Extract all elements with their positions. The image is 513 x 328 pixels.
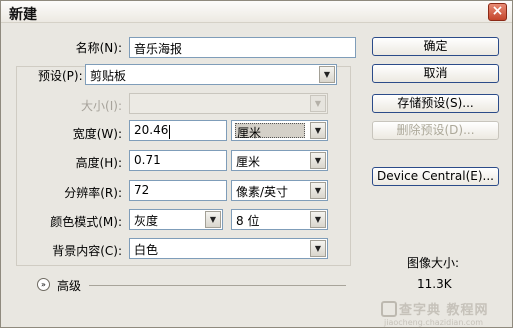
name-label: 名称(N): <box>75 41 122 55</box>
preset-value: 剪贴板 <box>90 69 127 83</box>
image-size-label: 图像大小: <box>407 256 460 270</box>
double-chevron-down-icon: » <box>41 280 46 289</box>
chevron-down-icon: ▼ <box>310 182 326 199</box>
width-unit-value: 厘米 <box>235 123 305 140</box>
size-label: 大小(I): <box>81 99 122 113</box>
name-input[interactable]: 音乐海报 <box>129 37 356 58</box>
preset-select[interactable]: 剪贴板 ▼ <box>85 64 337 85</box>
watermark-logo <box>381 301 397 317</box>
preset-label: 预设(P): <box>35 67 86 84</box>
resolution-label: 分辨率(R): <box>64 186 122 200</box>
chevron-down-icon: ▼ <box>319 66 335 83</box>
resolution-unit-select[interactable]: 像素/英寸 ▼ <box>231 180 328 201</box>
resolution-unit-value: 像素/英寸 <box>236 185 289 199</box>
bit-depth-select[interactable]: 8 位 ▼ <box>231 209 328 230</box>
chevron-down-icon: ▼ <box>310 122 326 139</box>
size-select[interactable]: ▼ <box>129 93 328 114</box>
save-preset-button[interactable]: 存储预设(S)... <box>372 94 499 113</box>
background-contents-label: 背景内容(C): <box>52 244 122 258</box>
advanced-toggle[interactable]: » <box>37 278 50 291</box>
height-unit-value: 厘米 <box>236 155 261 169</box>
chevron-down-icon: ▼ <box>310 152 326 169</box>
color-mode-select[interactable]: 灰度 ▼ <box>129 209 223 230</box>
text-cursor <box>169 125 170 139</box>
device-central-button[interactable]: Device Central(E)... <box>372 167 499 186</box>
close-icon: × <box>491 3 504 19</box>
delete-preset-button[interactable]: 删除预设(D)... <box>372 121 499 140</box>
title-bar: 新建 × <box>1 1 512 23</box>
resolution-input[interactable]: 72 <box>129 180 227 201</box>
width-unit-select[interactable]: 厘米 ▼ <box>231 120 328 141</box>
chevron-down-icon: ▼ <box>310 240 326 257</box>
height-input[interactable]: 0.71 <box>129 150 227 171</box>
color-mode-label: 颜色模式(M): <box>50 215 122 229</box>
bit-depth-value: 8 位 <box>236 214 260 228</box>
ok-button[interactable]: 确定 <box>372 37 499 56</box>
color-mode-value: 灰度 <box>134 214 159 228</box>
watermark-url: jiaocheng.chazidian.com <box>384 318 484 327</box>
advanced-divider <box>89 285 346 286</box>
width-input[interactable]: 20.46 <box>129 120 227 141</box>
background-contents-select[interactable]: 白色 ▼ <box>129 238 328 259</box>
close-button[interactable]: × <box>488 3 507 21</box>
advanced-label: 高级 <box>57 279 82 293</box>
chevron-down-icon: ▼ <box>205 211 221 228</box>
cancel-button[interactable]: 取消 <box>372 64 499 83</box>
new-document-dialog: 新建 × 名称(N): 音乐海报 预设(P): 剪贴板 ▼ 大小(I): ▼ 宽… <box>0 0 513 328</box>
width-label: 宽度(W): <box>72 127 122 141</box>
dialog-title: 新建 <box>9 7 37 23</box>
height-label: 高度(H): <box>75 156 122 170</box>
image-size-value: 11.3K <box>417 277 452 291</box>
chevron-down-icon: ▼ <box>310 95 326 112</box>
background-contents-value: 白色 <box>134 243 159 257</box>
height-unit-select[interactable]: 厘米 ▼ <box>231 150 328 171</box>
watermark-text: 查字典 教程网 <box>399 303 489 318</box>
chevron-down-icon: ▼ <box>310 211 326 228</box>
